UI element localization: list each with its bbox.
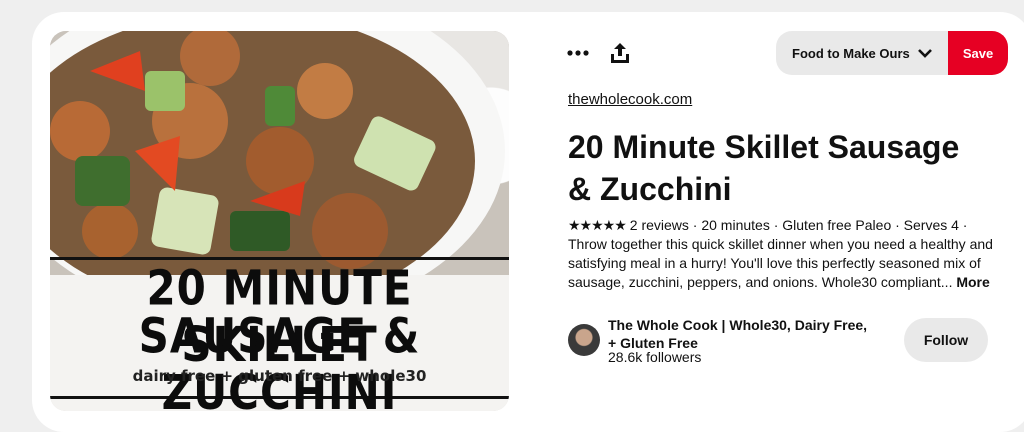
save-button[interactable]: Save bbox=[948, 31, 1008, 75]
source-domain-link[interactable]: thewholecook.com bbox=[568, 91, 692, 108]
board-selector-label: Food to Make Ours... bbox=[792, 45, 910, 61]
chevron-down-icon bbox=[918, 48, 932, 58]
more-options-button[interactable] bbox=[560, 35, 596, 71]
ellipsis-icon bbox=[567, 50, 589, 56]
pin-title: 20 Minute Skillet Sausage & Zucchini bbox=[568, 129, 960, 207]
creator-followers: 28.6k followers bbox=[608, 349, 702, 365]
pin-image[interactable]: 20 MINUTE SKILLET SAUSAGE & ZUCCHINI dai… bbox=[50, 31, 509, 411]
pin-description: Throw together this quick skillet dinner… bbox=[568, 236, 993, 290]
recipe-details: · 20 minutes · Gluten free Paleo · Serve… bbox=[688, 217, 968, 233]
share-upload-icon bbox=[611, 43, 629, 63]
creator-name[interactable]: The Whole Cook | Whole30, Dairy Free, + … bbox=[608, 316, 868, 352]
overlay-subtitle: dairy free + gluten free + whole30 bbox=[132, 367, 427, 385]
share-button[interactable] bbox=[602, 35, 638, 71]
creator-avatar[interactable] bbox=[568, 324, 600, 356]
food-photo bbox=[50, 31, 509, 281]
rating-stars: ★★★★★ bbox=[568, 217, 627, 233]
review-count[interactable]: 2 reviews bbox=[630, 217, 689, 233]
board-selector[interactable]: Food to Make Ours... bbox=[776, 31, 948, 75]
more-link[interactable]: More bbox=[956, 274, 989, 290]
follow-button[interactable]: Follow bbox=[904, 318, 988, 362]
overlay-title-line2: SAUSAGE & ZUCCHINI bbox=[138, 307, 421, 411]
pin-details: ★★★★★ 2 reviews · 20 minutes · Gluten fre… bbox=[568, 216, 998, 292]
